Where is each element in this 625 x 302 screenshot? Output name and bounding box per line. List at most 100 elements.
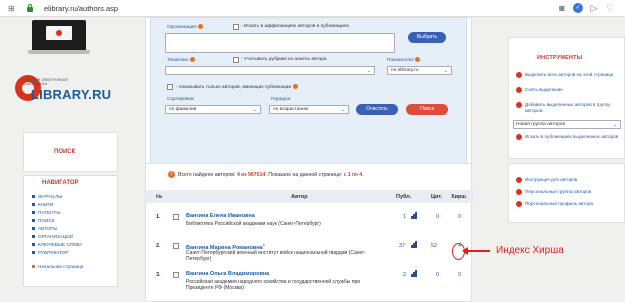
left-sidebar: НАУЧНАЯ ЭЛЕКТРОННАЯ БИБЛИОТЕКА LIBRARY.R… (0, 17, 140, 302)
chart-icon[interactable] (411, 212, 417, 219)
help-icon[interactable] (190, 57, 196, 62)
indicators-select[interactable]: по elibrary.ru ⌄ (387, 66, 452, 75)
author-organization: Санкт-Петербургский военный институт вой… (186, 250, 366, 262)
elibrary-logo[interactable]: НАУЧНАЯ ЭЛЕКТРОННАЯ БИБЛИОТЕКА LIBRARY.R… (15, 65, 140, 107)
publications-count[interactable]: 37 (399, 243, 405, 249)
nav-item-keywords[interactable]: КЛЮЧЕВЫЕ СЛОВА (32, 240, 83, 248)
only-with-publications-checkbox[interactable] (167, 84, 173, 90)
bullet-icon (32, 234, 35, 238)
citations-count: 0 (436, 214, 440, 220)
laptop-illustration (28, 20, 90, 60)
search-link-box[interactable]: ПОИСК (23, 132, 118, 172)
chart-icon[interactable] (411, 241, 417, 248)
row-checkbox[interactable] (173, 272, 179, 278)
annotation-label: Индекс Хирша (496, 245, 564, 256)
col-citations[interactable]: Цит. (431, 194, 442, 200)
row-checkbox[interactable] (173, 243, 179, 249)
nav-item-books[interactable]: КНИГИ (32, 200, 83, 208)
table-row: 1. Вангина Елена Ивановна Библиотека Рос… (146, 210, 473, 240)
heart-icon[interactable]: ♡ (605, 3, 615, 13)
personal-groups-link[interactable]: Персональные группы авторов (516, 189, 624, 195)
nav-item-organizations[interactable]: ОРГАНИЗАЦИИ (32, 232, 83, 240)
personal-profile-link[interactable]: Персональный профиль автора (516, 201, 624, 207)
col-hirsh[interactable]: Хирш (451, 194, 466, 200)
navigator-title: НАВИГАТОР (42, 180, 79, 186)
lock-icon[interactable] (27, 4, 33, 12)
nav-item-authors[interactable]: АВТОРЫ (32, 224, 83, 232)
logo-title: LIBRARY.RU (31, 87, 112, 102)
profile-star-icon: ● (262, 242, 266, 247)
send-icon[interactable]: ▷ (589, 3, 599, 13)
bullet-icon (32, 194, 35, 198)
browser-actions: ◙ ✓ ▷ ♡ (557, 3, 615, 13)
help-icon[interactable] (415, 57, 421, 62)
author-group-select[interactable]: Новая группа авторов ⌄ (513, 120, 621, 129)
nav-item-rubricator[interactable]: РУБРИКАТОР (32, 248, 83, 256)
table-row: 3. Вангина Ольга Владимировна Российская… (146, 268, 473, 298)
organization-textarea[interactable] (165, 33, 395, 53)
chevron-down-icon: ⌄ (612, 122, 617, 128)
row-number: 3. (156, 272, 161, 278)
camera-icon[interactable]: ◙ (557, 3, 567, 13)
help-icon[interactable] (293, 84, 299, 89)
author-organization: Российская академия народного хозяйства … (186, 279, 361, 291)
col-publications[interactable]: Публ. (396, 194, 411, 200)
topic-label: Тематика: (167, 57, 196, 63)
navigator-panel: НАВИГАТОР ЖУРНАЛЫ КНИГИ ПАТЕНТЫ ПОИСК АВ… (23, 175, 118, 287)
sort-label: Сортировка: (167, 97, 195, 102)
publications-count[interactable]: 1 (403, 214, 406, 220)
shield-icon[interactable]: ✓ (573, 3, 583, 13)
help-icon[interactable] (198, 24, 204, 29)
sort-select[interactable]: по фамилии ⌄ (165, 105, 261, 114)
clear-selection-link[interactable]: Снять выделение (516, 87, 624, 93)
citations-count[interactable]: 52 (431, 243, 437, 249)
logo-subtitle: НАУЧНАЯ ЭЛЕКТРОННАЯ БИБЛИОТЕКА (23, 78, 68, 87)
affiliation-checkbox-label: - Искать в аффилиациях авторов в публика… (241, 24, 349, 29)
search-link[interactable]: ПОИСК (54, 149, 75, 155)
tools-title: ИНСТРУМЕНТЫ (537, 55, 583, 61)
bullet-icon (32, 250, 35, 254)
instructions-link[interactable]: Инструкция для авторов (516, 177, 624, 183)
results-table-header: № Автор Публ. Цит. Хирш (146, 190, 473, 203)
browser-toolbar: ⊞ elibrary.ru/authors.asp ◙ ✓ ▷ ♡ (0, 0, 625, 17)
citations-count: 0 (436, 272, 440, 278)
row-number: 1. (156, 214, 161, 220)
only-with-publications-label: - показывать только авторов, имеющих пуб… (176, 84, 299, 90)
choose-organization-button[interactable]: Выбрать (408, 32, 446, 43)
search-button[interactable]: Поиск (406, 104, 448, 115)
results-panel: i Всего найдено авторов: 4 из 967014. Пок… (145, 163, 473, 302)
bullet-icon (32, 226, 35, 230)
col-author: Автор (291, 194, 308, 200)
order-select[interactable]: по возрастанию ⌄ (269, 105, 349, 114)
address-bar[interactable]: elibrary.ru/authors.asp (44, 4, 118, 13)
nav-item-patents[interactable]: ПАТЕНТЫ (32, 208, 83, 216)
found-total: 967014 (248, 171, 266, 178)
clear-button[interactable]: Очистить (356, 104, 398, 115)
topic-select[interactable]: ⌄ (165, 66, 375, 75)
navigator-list: ЖУРНАЛЫ КНИГИ ПАТЕНТЫ ПОИСК АВТОРЫ ОРГАН… (32, 192, 83, 270)
nav-item-journals[interactable]: ЖУРНАЛЫ (32, 192, 83, 200)
search-selected-publications-link[interactable]: Искать в публикациях выделенных авторов (516, 134, 624, 140)
chevron-down-icon: ⌄ (443, 68, 448, 74)
table-row: 2. Вангина Марина Романовна● Санкт-Петер… (146, 239, 473, 269)
chevron-down-icon: ⌄ (252, 107, 257, 113)
order-label: Порядок: (271, 97, 292, 102)
chart-icon[interactable] (411, 270, 417, 277)
topic-checkbox[interactable] (233, 57, 239, 63)
topic-checkbox-label: - Учитывать рубрики из анкеты автора (241, 57, 327, 62)
grid-icon[interactable]: ⊞ (8, 5, 15, 13)
select-all-authors-link[interactable]: Выделить всех авторов на этой странице (516, 72, 624, 78)
organization-label: Организация: (167, 24, 204, 30)
results-summary: i Всего найдено авторов: 4 из 967014. Пок… (168, 171, 364, 178)
affiliation-checkbox[interactable] (233, 24, 239, 30)
add-to-group-link[interactable]: Добавить выделенных авторов в группу авт… (516, 102, 624, 113)
bullet-icon (32, 202, 35, 206)
bullet-icon (32, 218, 35, 222)
nav-item-search[interactable]: ПОИСК (32, 216, 83, 224)
author-name[interactable]: Вангина Елена Ивановна (186, 213, 255, 219)
publications-count[interactable]: 2 (403, 272, 406, 278)
row-checkbox[interactable] (173, 214, 179, 220)
tools-panel: ИНСТРУМЕНТЫ Выделить всех авторов на это… (508, 37, 625, 159)
author-name[interactable]: Вангина Ольга Владимировна (186, 271, 269, 277)
nav-item-home[interactable]: Начальная страница (32, 262, 83, 270)
